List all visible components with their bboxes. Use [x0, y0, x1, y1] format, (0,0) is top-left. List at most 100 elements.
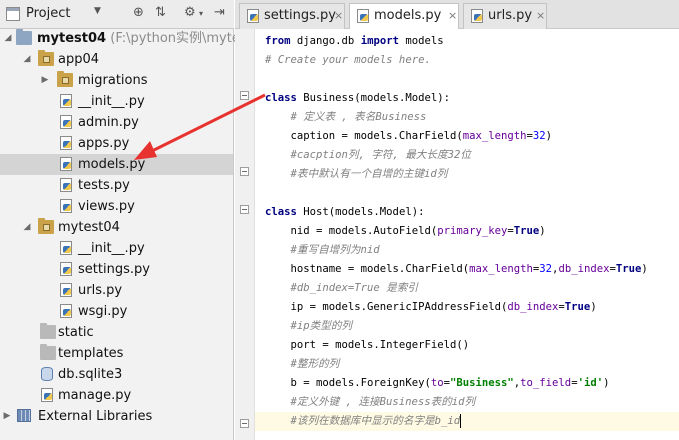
code-line[interactable]: #定义外键 , 连接Business表的id列 [265, 393, 476, 412]
tree-item-label: app04 [58, 52, 100, 67]
tree-item-templates[interactable]: templates [0, 343, 233, 364]
python-file-icon [471, 9, 483, 23]
tree-item-label: __init__.py [78, 241, 145, 256]
gear-dropdown-icon[interactable]: ▾ [199, 9, 203, 18]
tab-urls-py[interactable]: urls.py × [463, 3, 547, 29]
tree-item-db-sqlite3[interactable]: db.sqlite3 [0, 364, 233, 385]
tree-item-label: models.py [78, 157, 146, 172]
tree-item-admin-py[interactable]: admin.py [0, 112, 233, 133]
project-icon [6, 7, 20, 21]
fold-marker-icon[interactable] [240, 419, 249, 428]
expand-arrow-icon[interactable]: ◢ [22, 49, 32, 70]
fold-marker-icon[interactable] [240, 167, 249, 176]
tree-item-label: mytest04 [58, 220, 120, 235]
code-editor[interactable]: from django.db import models # Create you… [235, 29, 679, 440]
tab-label: urls.py [488, 8, 533, 23]
tree-item-models-py[interactable]: models.py [0, 154, 233, 175]
code-line[interactable]: class Host(models.Model): [265, 203, 424, 222]
code-line[interactable]: port = models.IntegerField() [265, 336, 470, 355]
code-line[interactable]: #cacption列, 字符, 最大长度32位 [265, 146, 471, 165]
package-folder-icon [38, 218, 54, 234]
tree-item-label: static [58, 325, 94, 340]
tree-item-label: views.py [78, 199, 135, 214]
tree-item-label: apps.py [78, 136, 130, 151]
tab-label: models.py [374, 8, 442, 23]
tree-item-mytest04-package[interactable]: ◢ mytest04 [0, 217, 233, 238]
python-file-icon [60, 304, 72, 318]
tree-item-static[interactable]: static [0, 322, 233, 343]
code-line[interactable]: caption = models.CharField(max_length=32… [265, 127, 553, 146]
code-line[interactable]: #ip类型的列 [265, 317, 353, 336]
project-panel-header: Project ▼ ⊕ ⇅ ⚙ ▾ ⇥ [0, 0, 234, 29]
editor-tab-bar: settings.py × models.py × urls.py × [235, 0, 679, 30]
tree-item-init-py[interactable]: __init__.py [0, 91, 233, 112]
folder-icon [40, 323, 56, 339]
tree-item-label: settings.py [78, 262, 150, 277]
tree-item-label: mytest04 [37, 31, 107, 46]
collapse-arrow-icon[interactable]: ▶ [40, 70, 50, 91]
python-file-icon [247, 9, 259, 23]
collapse-icon[interactable]: ⇅ [155, 5, 166, 20]
python-file-icon [60, 94, 72, 108]
tree-item-tests-py[interactable]: tests.py [0, 175, 233, 196]
code-line[interactable]: # Create your models here. [265, 51, 431, 70]
tab-models-py[interactable]: models.py × [349, 3, 459, 30]
tree-item-label: db.sqlite3 [58, 367, 123, 382]
target-icon[interactable]: ⊕ [133, 5, 144, 20]
expand-arrow-icon[interactable]: ◢ [3, 28, 13, 49]
python-file-icon [60, 136, 72, 150]
python-file-icon [60, 115, 72, 129]
tree-item-label: External Libraries [38, 409, 153, 424]
python-file-icon [60, 241, 72, 255]
text-caret [460, 414, 462, 428]
close-icon[interactable]: × [536, 4, 545, 28]
tree-item-wsgi-py[interactable]: wsgi.py [0, 301, 233, 322]
python-file-icon [60, 178, 72, 192]
code-line[interactable]: #表中默认有一个自增的主键id列 [265, 165, 448, 184]
tab-settings-py[interactable]: settings.py × [239, 3, 345, 29]
tab-label: settings.py [264, 8, 336, 23]
tree-item-app04[interactable]: ◢ app04 [0, 49, 233, 70]
tree-item-apps-py[interactable]: apps.py [0, 133, 233, 154]
close-icon[interactable]: × [448, 4, 457, 28]
python-file-icon [60, 157, 72, 171]
folder-icon [40, 344, 56, 360]
code-line[interactable]: hostname = models.CharField(max_length=3… [265, 260, 648, 279]
collapse-arrow-icon[interactable]: ▶ [2, 406, 12, 427]
python-file-icon [60, 199, 72, 213]
fold-marker-icon[interactable] [240, 91, 249, 100]
tree-item-label: urls.py [78, 283, 123, 298]
project-view-title[interactable]: Project [26, 6, 70, 21]
hide-icon[interactable]: ⇥ [214, 5, 225, 20]
tree-item-manage-py[interactable]: manage.py [0, 385, 233, 406]
close-icon[interactable]: × [334, 4, 343, 28]
code-line[interactable]: b = models.ForeignKey(to="Business",to_f… [265, 374, 610, 393]
library-icon [17, 409, 31, 422]
tree-item-urls-py[interactable]: urls.py [0, 280, 233, 301]
database-file-icon [41, 367, 53, 381]
code-line[interactable]: #整形的列 [265, 355, 340, 374]
code-line[interactable]: ip = models.GenericIPAddressField(db_ind… [265, 298, 597, 317]
editor-gutter [235, 29, 255, 440]
tree-item-init-py[interactable]: __init__.py [0, 238, 233, 259]
tree-item-external-libraries[interactable]: ▶ External Libraries [0, 406, 233, 427]
code-line-current[interactable]: #该列在数据库中显示的名字是b_id [255, 412, 679, 431]
tree-item-label: wsgi.py [78, 304, 128, 319]
code-line[interactable]: #重写自增列为nid [265, 241, 380, 260]
code-line[interactable]: from django.db import models [265, 32, 444, 51]
gear-icon[interactable]: ⚙ [184, 5, 196, 20]
code-line[interactable]: nid = models.AutoField(primary_key=True) [265, 222, 546, 241]
code-line[interactable]: class Business(models.Model): [265, 89, 450, 108]
python-file-icon [60, 283, 72, 297]
tree-item-project-root[interactable]: ◢ mytest04 (F:\python实例\mytest04 [0, 28, 268, 49]
dropdown-triangle-icon[interactable]: ▼ [94, 6, 101, 16]
code-line[interactable]: # 定义表 , 表名Business [265, 108, 427, 127]
code-line[interactable]: #db_index=True 是索引 [265, 279, 418, 298]
tree-item-settings-py[interactable]: settings.py [0, 259, 233, 280]
expand-arrow-icon[interactable]: ◢ [22, 217, 32, 238]
package-folder-icon [57, 71, 73, 87]
tree-item-migrations[interactable]: ▶ migrations [0, 70, 233, 91]
fold-marker-icon[interactable] [240, 205, 249, 214]
tree-item-views-py[interactable]: views.py [0, 196, 233, 217]
python-file-icon [41, 388, 53, 402]
